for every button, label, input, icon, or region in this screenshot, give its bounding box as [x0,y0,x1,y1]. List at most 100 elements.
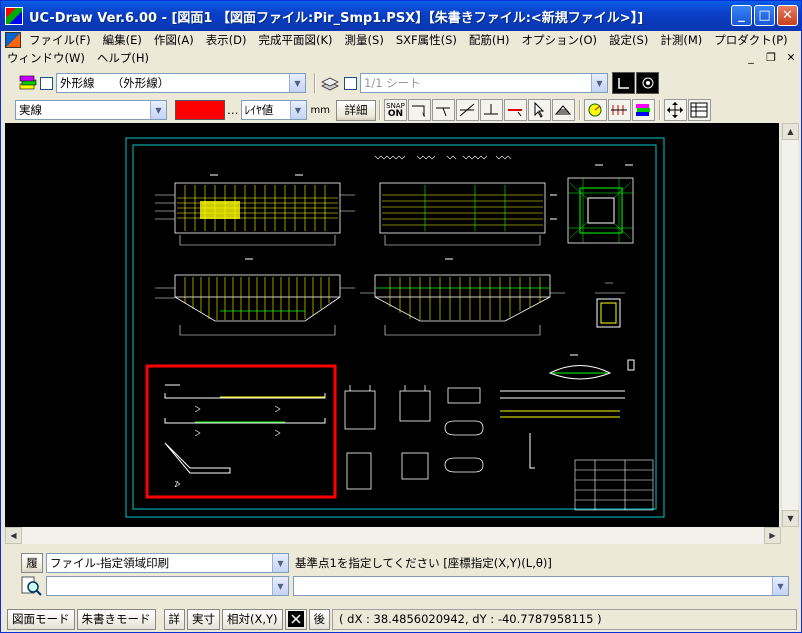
sheet-inner-frame [132,144,657,510]
vertical-scrollbar[interactable]: ▲ ▼ [781,123,799,527]
menu-draw[interactable]: 作図(A) [148,32,200,48]
menu-survey[interactable]: 測量(S) [339,32,390,48]
snap-toggle[interactable]: SNAP ON [383,99,407,121]
pan-button[interactable] [663,99,687,121]
coordinate-readout: ( dX : 38.4856020942, dY : -40.778795811… [332,608,797,630]
title-bar[interactable]: UC-Draw Ver.6.00 - [図面1 【図面ファイル:Pir_Smp1… [1,1,801,31]
mdi-minimize-button[interactable]: _ [743,51,759,65]
toolbar-separator [578,100,581,120]
sheet-icon[interactable] [319,74,341,92]
table-view-button[interactable] [687,99,711,121]
chevron-down-icon[interactable]: ▼ [591,74,607,92]
snap-end-button[interactable] [407,99,431,121]
linetype-select[interactable]: 実線 ▼ [15,100,167,120]
menu-options[interactable]: オプション(O) [516,32,604,48]
coord-close-button[interactable] [284,608,307,630]
grid-layer-button[interactable] [551,99,575,121]
layer-display-button[interactable] [636,72,659,94]
layer-icon[interactable] [19,74,37,92]
command-row-1: 履 ファイル-指定領域印刷 ▼ 基準点1を指定してください [座標指定(X,Y)… [1,551,801,575]
layer-color-button[interactable] [631,99,655,121]
scroll-down-icon[interactable]: ▼ [782,510,799,527]
line-toolbar: 実線 ▼ … ﾚｲﾔ値 ▼ mm 詳細 SNAP ON [1,97,801,123]
sheet-checkbox[interactable] [344,76,357,90]
drawing-mode-button[interactable]: 図面モード [7,608,75,630]
scroll-up-icon[interactable]: ▲ [782,123,799,140]
relative-coord-toggle[interactable]: 相対(X,Y) [222,608,283,630]
chevron-down-icon[interactable]: ▼ [289,74,305,92]
scroll-left-icon[interactable]: ◀ [5,527,22,544]
stirrup-shapes [344,385,484,490]
angle-icon [588,103,602,117]
mdi-close-button[interactable]: ✕ [783,51,799,65]
zoom-search-icon[interactable] [21,576,43,596]
snap-perp-button[interactable] [479,99,503,121]
snap-mid-button[interactable] [431,99,455,121]
toolbar-separator [378,100,381,120]
select-pointer-button[interactable] [527,99,551,121]
mdi-restore-button[interactable]: ❐ [763,51,779,65]
document-icon[interactable] [5,32,21,48]
scroll-right-icon[interactable]: ▶ [764,527,781,544]
menu-file[interactable]: ファイル(F) [23,32,97,48]
command-input[interactable]: ▼ [293,576,789,596]
menu-settings[interactable]: 設定(S) [603,32,654,48]
menu-edit[interactable]: 編集(E) [97,32,148,48]
chevron-down-icon[interactable]: ▼ [772,577,788,595]
maximize-button[interactable]: □ [754,5,775,26]
history-button[interactable]: 履 [21,553,43,573]
command-mode-select[interactable]: ファイル-指定領域印刷 ▼ [46,553,289,573]
menu-view[interactable]: 表示(D) [200,32,253,48]
line-color-swatch[interactable] [175,100,225,120]
menu-bar-row2: ウィンドウ(W) ヘルプ(H) [1,49,801,67]
pier-elevation-3 [155,258,355,336]
after-toggle[interactable]: 後 [308,608,331,630]
app-logo-icon [5,7,23,25]
linewidth-select[interactable]: ﾚｲﾔ値 ▼ [240,100,307,120]
red-line-icon [508,109,523,117]
menu-measure[interactable]: 計測(M) [654,32,708,48]
app-window: UC-Draw Ver.6.00 - [図面1 【図面ファイル:Pir_Smp1… [0,0,802,633]
color-more-button[interactable]: … [227,103,239,117]
detail-button[interactable]: 詳細 [335,99,376,121]
redline-mode-button[interactable]: 朱書きモード [76,608,156,630]
pier-elevation-2 [379,182,557,246]
actual-size-toggle[interactable]: 実寸 [187,608,220,630]
snap-red-line-button[interactable] [503,99,527,121]
pier-section-top [567,164,634,244]
menu-product[interactable]: プロダクト(P) [708,32,793,48]
chevron-down-icon[interactable]: ▼ [272,577,288,595]
target-icon [642,77,653,89]
menu-sxf-attribute[interactable]: SXF属性(S) [390,32,463,48]
chevron-down-icon[interactable]: ▼ [150,101,166,119]
menu-completion-plan[interactable]: 完成平面図(K) [253,32,339,48]
measure-angle-button[interactable] [583,99,607,121]
rebar-table-button[interactable] [607,99,631,121]
close-button[interactable]: ✕ [777,5,798,26]
layers-color-icon [636,104,651,116]
drawing-canvas[interactable] [5,123,779,527]
pier-elevation-4 [360,258,565,336]
footing-plan [548,354,635,380]
layer-checkbox[interactable] [40,76,53,90]
sheet-title-marks [374,155,512,160]
rebar-icon [611,105,628,115]
chevron-down-icon[interactable]: ▼ [289,101,306,119]
menu-help[interactable]: ヘルプ(H) [91,50,155,66]
toolbar-separator [658,100,661,120]
sheet-select[interactable]: 1/1 シート ▼ [360,73,608,93]
chevron-down-icon[interactable]: ▼ [272,554,288,572]
minimize-button[interactable]: _ [731,5,752,26]
detail-toggle[interactable]: 詳 [163,608,185,630]
menu-rebar[interactable]: 配筋(H) [463,32,516,48]
layer-select[interactable]: 外形線 （外形線） ▼ [56,73,306,93]
pier-section-small [595,282,625,328]
close-icon [287,611,304,627]
snap-intersect-icon [460,103,475,117]
command-history-select[interactable]: ▼ [46,576,289,596]
command-row-2: ▼ ▼ [1,574,801,598]
snap-intersect-button[interactable] [455,99,479,121]
horizontal-scrollbar[interactable]: ◀ ▶ [5,527,781,544]
layer-view-button[interactable] [612,72,635,94]
menu-window[interactable]: ウィンドウ(W) [1,50,91,66]
